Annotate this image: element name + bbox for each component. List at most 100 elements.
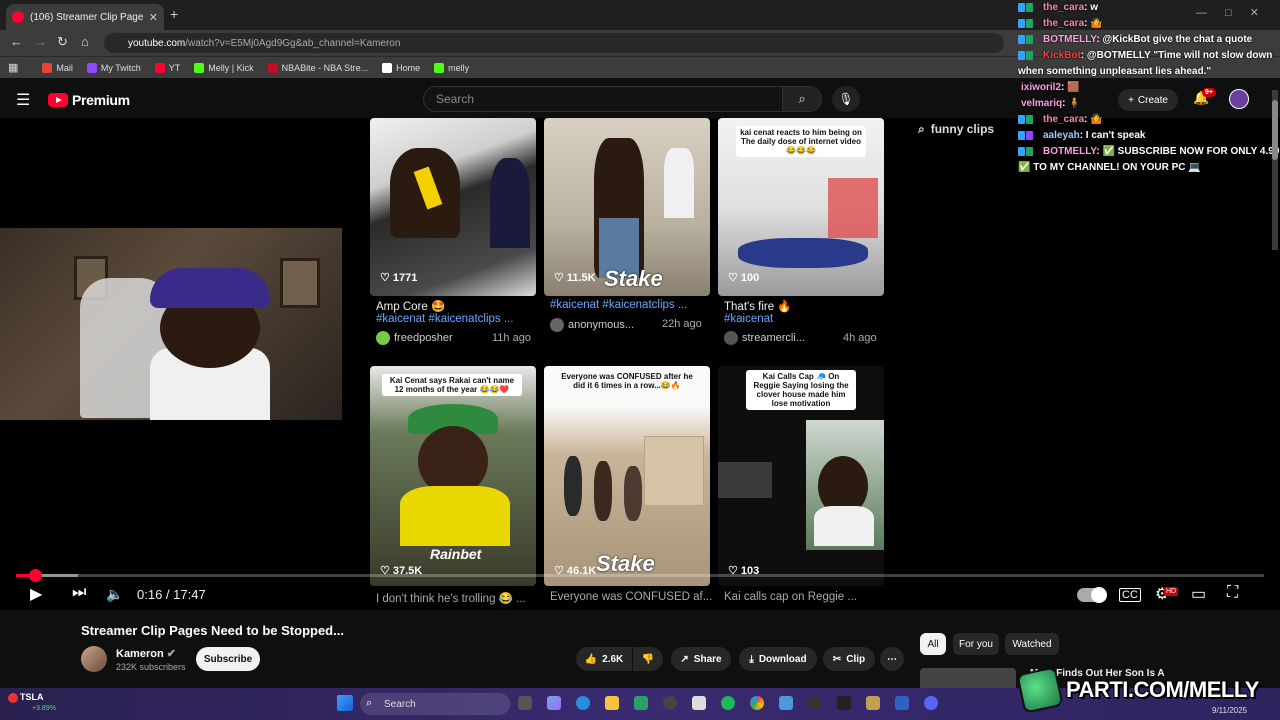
short-thumbnail[interactable]: Everyone was CONFUSED after he did it 6 … [544,366,710,586]
url-bar[interactable]: youtube.com/watch?v=E5Mj0Agd9Gg&ab_chann… [104,33,1004,53]
photos-icon[interactable] [779,696,793,710]
bookmark-yt[interactable]: YT [154,62,180,73]
more-actions-button[interactable]: ⋯ [880,647,904,671]
clip-button[interactable]: ✂ Clip [823,647,875,671]
short-thumbnail[interactable]: ♡ 1771 [370,118,536,296]
youtube-logo[interactable]: Premium [48,92,130,108]
progress-bar[interactable] [16,574,1264,577]
discord-icon[interactable] [924,696,938,710]
scrollbar-thumb[interactable] [1272,100,1278,160]
short-thumbnail[interactable]: Kai Calls Cap 🧢 On Reggie Saying losing … [718,366,884,586]
edge-icon[interactable] [576,696,590,710]
time-display: 0:16 / 17:47 [137,587,206,602]
chat-user: the_cara [1043,2,1085,13]
bookmark-twitch[interactable]: My Twitch [86,62,141,73]
channel-name[interactable]: Kameron ✔ [116,647,176,660]
short-title[interactable]: Everyone was CONFUSED af... [550,591,720,603]
app-icon[interactable] [663,696,677,710]
task-view-icon[interactable] [518,696,532,710]
chat-message: when something unpleasant lies ahead." [1016,64,1280,80]
like-button[interactable]: 👍 2.6K [576,647,632,671]
heart-icon: ♡ [380,272,390,284]
bookmark-nbabite[interactable]: NBABite - NBA Stre... [267,62,368,73]
theater-mode-icon[interactable]: ▭ [1191,584,1206,604]
dislike-button[interactable]: 👎 [633,647,663,671]
scissors-icon: ✂ [832,653,842,665]
chat-user: velmariq [1021,98,1063,109]
browser-tab[interactable]: (106) Streamer Clip Pages Nee ✕ [6,4,164,30]
current-time: 0:16 [137,587,163,602]
bookmark-mail[interactable]: Mail [42,62,73,73]
channel-avatar[interactable] [81,646,107,672]
short-title[interactable]: I don't think he's trolling 😂 ... [376,591,546,605]
windows-start-icon[interactable] [337,695,353,711]
volume-icon[interactable]: 🔈 [106,586,123,603]
apps-grid-icon[interactable]: ▦ [8,61,18,74]
app-icon[interactable] [808,696,822,710]
app-icon[interactable] [837,696,851,710]
new-tab-icon[interactable]: + [170,6,178,22]
home-icon[interactable]: ⌂ [81,34,89,49]
forward-icon[interactable]: → [34,34,47,49]
microphone-icon[interactable]: 🎙 [832,86,860,112]
search-icon[interactable]: ⌕ [782,86,822,112]
scrubber-handle[interactable] [28,569,42,582]
bookmark-home[interactable]: Home [382,62,420,73]
file-explorer-icon[interactable] [605,696,619,710]
short-title[interactable]: That's fire 🔥 [724,299,894,313]
download-button[interactable]: ⤓ Download [739,647,817,671]
chat-text: : ✅ SUBSCRIBE NOW FOR ONLY 4.99 [1096,146,1280,157]
short-title[interactable]: Amp Core 🤩 [376,299,546,313]
chrome-icon[interactable] [750,696,764,710]
chat-message: the_cara: 🤷 [1016,16,1280,32]
stock-widget-icon[interactable] [8,693,18,703]
short-tags[interactable]: #kaicenat [724,313,874,325]
chip-all[interactable]: All [920,633,946,655]
short-channel[interactable]: freedposher [376,331,453,345]
video-title: Streamer Clip Pages Need to be Stopped..… [81,623,344,638]
chat-text: ✅ TO MY CHANNEL! ON YOUR PC 💻 [1018,162,1201,173]
short-tags[interactable]: #kaicenat #kaicenatclips ... [376,313,526,325]
short-thumbnail[interactable]: Stake ♡ 11.5K [544,118,710,296]
reload-icon[interactable]: ↻ [57,34,68,50]
spotify-icon[interactable] [721,696,735,710]
bookmark-melly[interactable]: melly [434,62,470,73]
next-icon[interactable]: ⏭ [72,584,86,602]
back-icon[interactable]: ← [10,34,23,49]
chip-for-you[interactable]: For you [953,633,999,655]
short-title[interactable]: #kaicenat #kaicenatclips ... [550,299,720,311]
scrollbar[interactable] [1272,90,1278,250]
bookmark-label: melly [448,62,470,73]
share-button[interactable]: ↗ Share [671,647,731,671]
x-icon [382,62,393,73]
menu-icon[interactable]: ☰ [16,90,30,110]
kick-icon [434,62,445,73]
app-icon[interactable] [895,696,909,710]
subscribe-button[interactable]: Subscribe [196,647,260,671]
bookmark-kick[interactable]: Melly | Kick [194,62,254,73]
search-icon: ⌕ [918,122,925,136]
short-channel[interactable]: streamercli... [724,331,805,345]
close-tab-icon[interactable]: ✕ [149,11,158,24]
short-thumbnail[interactable]: kai cenat reacts to him being on The dai… [718,118,884,296]
play-icon[interactable]: ▶ [30,584,42,604]
fullscreen-icon[interactable]: ⛶ [1227,584,1238,602]
captions-icon[interactable]: CC [1119,588,1141,602]
webcam-overlay [0,228,342,420]
short-thumbnail[interactable]: Kai Cenat says Rakai can't name 12 month… [370,366,536,586]
verified-icon: ✔ [166,648,176,660]
chat-message: aaleyah: I can't speak [1016,128,1280,144]
copilot-icon[interactable] [547,696,561,710]
stock-ticker[interactable]: TSLA [20,692,44,702]
xbox-icon[interactable] [634,696,648,710]
search-input[interactable]: Search [423,86,783,112]
short-channel[interactable]: anonymous... [550,318,634,332]
short-title[interactable]: Kai calls cap on Reggie ... [724,591,894,603]
taskbar-search-input[interactable]: Search [360,693,510,715]
chip-watched[interactable]: Watched [1005,633,1059,655]
app-icon[interactable] [692,696,706,710]
app-icon[interactable] [866,696,880,710]
boxes [644,436,704,506]
small-frame [718,462,772,498]
related-thumbnail[interactable] [920,668,1016,690]
